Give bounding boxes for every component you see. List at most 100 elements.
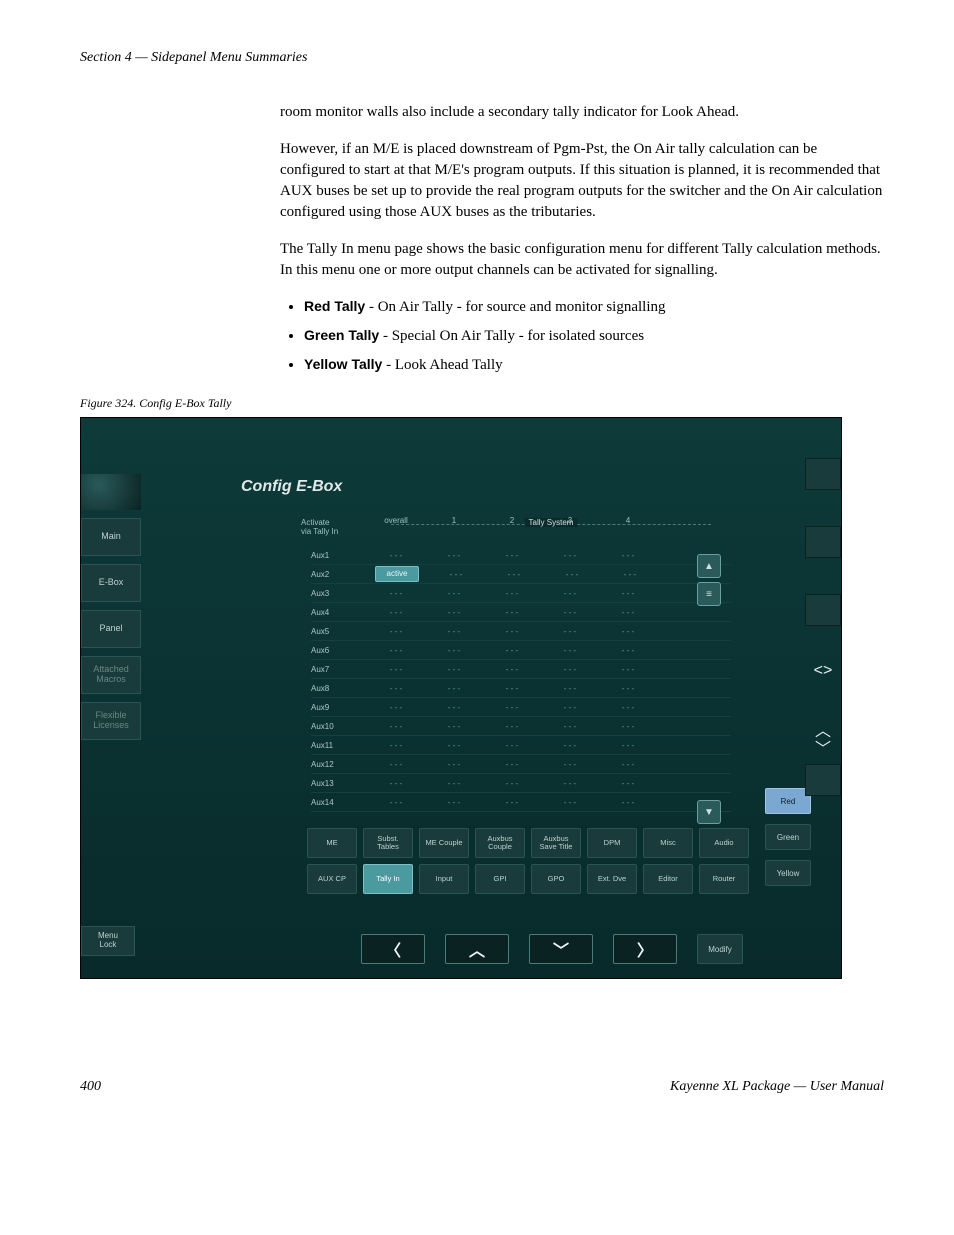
empty-cell[interactable]: - - - bbox=[425, 665, 483, 674]
table-row[interactable]: Aux6- - -- - -- - -- - -- - - bbox=[311, 641, 731, 660]
grid-button[interactable]: GPI bbox=[475, 864, 525, 894]
empty-cell[interactable]: - - - bbox=[599, 703, 657, 712]
empty-cell[interactable]: - - - bbox=[541, 627, 599, 636]
active-cell[interactable]: active bbox=[375, 566, 419, 582]
empty-cell[interactable]: - - - bbox=[599, 798, 657, 807]
empty-cell[interactable]: - - - bbox=[483, 589, 541, 598]
grid-button[interactable]: Auxbus Save Title bbox=[531, 828, 581, 858]
empty-cell[interactable]: - - - bbox=[599, 608, 657, 617]
empty-cell[interactable]: - - - bbox=[483, 779, 541, 788]
empty-cell[interactable]: - - - bbox=[367, 760, 425, 769]
empty-cell[interactable]: - - - bbox=[483, 722, 541, 731]
empty-cell[interactable]: - - - bbox=[485, 570, 543, 579]
table-row[interactable]: Aux8- - -- - -- - -- - -- - - bbox=[311, 679, 731, 698]
empty-cell[interactable]: - - - bbox=[367, 684, 425, 693]
nav-right-button[interactable]: 〉 bbox=[613, 934, 677, 964]
empty-cell[interactable]: - - - bbox=[599, 589, 657, 598]
empty-cell[interactable]: - - - bbox=[425, 741, 483, 750]
right-box-2[interactable] bbox=[805, 526, 841, 558]
empty-cell[interactable]: - - - bbox=[425, 589, 483, 598]
empty-cell[interactable]: - - - bbox=[367, 722, 425, 731]
empty-cell[interactable]: - - - bbox=[541, 703, 599, 712]
empty-cell[interactable]: - - - bbox=[541, 779, 599, 788]
grid-button[interactable]: DPM bbox=[587, 828, 637, 858]
grid-button[interactable]: Tally In bbox=[363, 864, 413, 894]
code-icon[interactable]: <> bbox=[805, 662, 841, 680]
empty-cell[interactable]: - - - bbox=[367, 608, 425, 617]
empty-cell[interactable]: - - - bbox=[483, 627, 541, 636]
empty-cell[interactable]: - - - bbox=[425, 703, 483, 712]
empty-cell[interactable]: - - - bbox=[483, 551, 541, 560]
nav-up-button[interactable]: ︿ bbox=[445, 934, 509, 964]
empty-cell[interactable]: - - - bbox=[541, 684, 599, 693]
empty-cell[interactable]: - - - bbox=[541, 760, 599, 769]
empty-cell[interactable]: - - - bbox=[483, 608, 541, 617]
empty-cell[interactable]: - - - bbox=[483, 798, 541, 807]
empty-cell[interactable]: - - - bbox=[541, 608, 599, 617]
empty-cell[interactable]: - - - bbox=[543, 570, 601, 579]
scroll-up-button[interactable]: ▲ bbox=[697, 554, 721, 578]
empty-cell[interactable]: - - - bbox=[425, 646, 483, 655]
empty-cell[interactable]: - - - bbox=[367, 665, 425, 674]
table-row[interactable]: Aux2active- - -- - -- - -- - - bbox=[311, 565, 731, 584]
empty-cell[interactable]: - - - bbox=[367, 551, 425, 560]
sidebar-tab[interactable]: Attached Macros bbox=[81, 656, 141, 694]
empty-cell[interactable]: - - - bbox=[425, 760, 483, 769]
empty-cell[interactable]: - - - bbox=[483, 684, 541, 693]
grid-button[interactable]: Auxbus Couple bbox=[475, 828, 525, 858]
table-row[interactable]: Aux11- - -- - -- - -- - -- - - bbox=[311, 736, 731, 755]
empty-cell[interactable]: - - - bbox=[483, 646, 541, 655]
empty-cell[interactable]: - - - bbox=[367, 779, 425, 788]
sidebar-tab[interactable]: Main bbox=[81, 518, 141, 556]
grid-button[interactable]: Ext. Dve bbox=[587, 864, 637, 894]
sidebar-tab[interactable]: E-Box bbox=[81, 564, 141, 602]
empty-cell[interactable]: - - - bbox=[425, 779, 483, 788]
grid-button[interactable]: AUX CP bbox=[307, 864, 357, 894]
sidebar-tab[interactable]: Flexible Licenses bbox=[81, 702, 141, 740]
modify-button[interactable]: Modify bbox=[697, 934, 743, 964]
empty-cell[interactable]: - - - bbox=[483, 741, 541, 750]
empty-cell[interactable]: - - - bbox=[425, 684, 483, 693]
grid-button[interactable]: Audio bbox=[699, 828, 749, 858]
empty-cell[interactable]: - - - bbox=[483, 703, 541, 712]
empty-cell[interactable]: - - - bbox=[599, 665, 657, 674]
table-row[interactable]: Aux14- - -- - -- - -- - -- - - bbox=[311, 793, 731, 812]
empty-cell[interactable]: - - - bbox=[541, 551, 599, 560]
empty-cell[interactable]: - - - bbox=[427, 570, 485, 579]
empty-cell[interactable]: - - - bbox=[599, 760, 657, 769]
empty-cell[interactable]: - - - bbox=[599, 722, 657, 731]
empty-cell[interactable]: - - - bbox=[367, 646, 425, 655]
table-row[interactable]: Aux13- - -- - -- - -- - -- - - bbox=[311, 774, 731, 793]
menu-lock-button[interactable]: Menu Lock bbox=[81, 926, 135, 956]
empty-cell[interactable]: - - - bbox=[367, 798, 425, 807]
right-box-3[interactable] bbox=[805, 594, 841, 626]
scroll-down-button[interactable]: ▼ bbox=[697, 800, 721, 824]
empty-cell[interactable]: - - - bbox=[367, 741, 425, 750]
table-row[interactable]: Aux1- - -- - -- - -- - -- - - bbox=[311, 546, 731, 565]
empty-cell[interactable]: - - - bbox=[599, 779, 657, 788]
nav-down-button[interactable]: ﹀ bbox=[529, 934, 593, 964]
table-row[interactable]: Aux9- - -- - -- - -- - -- - - bbox=[311, 698, 731, 717]
empty-cell[interactable]: - - - bbox=[541, 722, 599, 731]
empty-cell[interactable]: - - - bbox=[425, 722, 483, 731]
chevron-down-icon[interactable]: ﹀ bbox=[805, 738, 841, 756]
empty-cell[interactable]: - - - bbox=[599, 684, 657, 693]
table-row[interactable]: Aux12- - -- - -- - -- - -- - - bbox=[311, 755, 731, 774]
grid-button[interactable]: Subst. Tables bbox=[363, 828, 413, 858]
empty-cell[interactable]: - - - bbox=[541, 798, 599, 807]
empty-cell[interactable]: - - - bbox=[601, 570, 659, 579]
grid-button[interactable]: Input bbox=[419, 864, 469, 894]
empty-cell[interactable]: - - - bbox=[367, 627, 425, 636]
empty-cell[interactable]: - - - bbox=[541, 665, 599, 674]
sidebar-tab[interactable]: Panel bbox=[81, 610, 141, 648]
empty-cell[interactable]: - - - bbox=[541, 646, 599, 655]
table-row[interactable]: Aux7- - -- - -- - -- - -- - - bbox=[311, 660, 731, 679]
nav-left-button[interactable]: 〈 bbox=[361, 934, 425, 964]
empty-cell[interactable]: - - - bbox=[425, 608, 483, 617]
empty-cell[interactable]: - - - bbox=[599, 741, 657, 750]
grid-button[interactable]: ME bbox=[307, 828, 357, 858]
grid-button[interactable]: GPO bbox=[531, 864, 581, 894]
list-menu-button[interactable]: ≡ bbox=[697, 582, 721, 606]
table-row[interactable]: Aux3- - -- - -- - -- - -- - - bbox=[311, 584, 731, 603]
empty-cell[interactable]: - - - bbox=[599, 627, 657, 636]
